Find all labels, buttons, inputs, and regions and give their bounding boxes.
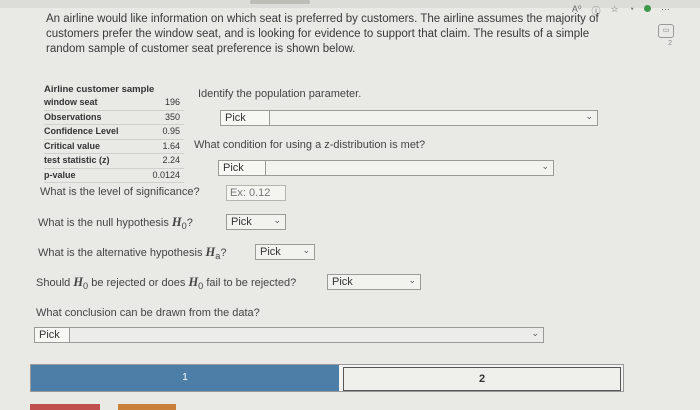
stats-title: Airline customer sample xyxy=(44,84,155,95)
bottom-tab-red[interactable] xyxy=(30,404,100,410)
select-value: Pick xyxy=(332,276,353,288)
hypothesis-symbol: H xyxy=(205,245,216,259)
row-value: 0.0124 xyxy=(152,169,180,180)
row-label: test statistic (z) xyxy=(44,155,110,165)
chevron-down-icon: ⌄ xyxy=(541,161,549,171)
row-label: Critical value xyxy=(44,140,101,151)
row-label: Confidence Level xyxy=(44,126,119,136)
side-number: 2 xyxy=(668,40,672,47)
select-value: Pick xyxy=(39,329,60,341)
select-value: Pick xyxy=(260,246,281,258)
q7-label: What conclusion can be drawn from the da… xyxy=(36,307,260,319)
calculator-icon[interactable]: ▭ xyxy=(658,24,674,38)
bookmark-icon[interactable]: ☆ xyxy=(610,4,618,17)
chevron-down-icon: ⌄ xyxy=(585,111,593,121)
row-label: Observations xyxy=(44,111,102,122)
q6-text: Should xyxy=(36,277,74,289)
q6-text-end: fail to be rejected? xyxy=(203,277,297,289)
stats-table: Airline customer sample window seat 196 O… xyxy=(44,84,184,183)
table-row: test statistic (z) 2.24 xyxy=(44,154,184,169)
null-hypothesis-select[interactable]: Pick ⌄ xyxy=(226,214,286,230)
q3-label: What is the level of significance? xyxy=(40,186,200,198)
select-value: Pick xyxy=(231,216,252,228)
chevron-down-icon: ⌄ xyxy=(408,275,416,285)
chevron-down-icon: ⌄ xyxy=(273,215,281,225)
significance-input[interactable] xyxy=(226,185,286,201)
select-value: Pick xyxy=(225,112,246,124)
row-value: 0.95 xyxy=(162,126,180,136)
conclusion-select[interactable]: Pick ⌄ xyxy=(34,327,544,343)
page-1-tab[interactable]: 1 xyxy=(31,365,339,391)
q6-text-mid: be rejected or does xyxy=(88,277,189,289)
select-value: Pick xyxy=(223,162,244,174)
row-label: p-value xyxy=(44,169,76,180)
population-parameter-select[interactable]: Pick ⌄ xyxy=(220,110,598,126)
table-row: Confidence Level 0.95 xyxy=(44,125,184,140)
extension-icon[interactable]: ◔ xyxy=(629,4,634,17)
table-row: Observations 350 xyxy=(44,111,184,125)
chevron-down-icon: ⌄ xyxy=(531,328,539,338)
page-2-tab[interactable]: 2 xyxy=(343,367,621,391)
profile-icon[interactable] xyxy=(644,5,651,12)
hypothesis-symbol: H xyxy=(73,275,84,289)
table-row: window seat 196 xyxy=(44,96,184,111)
alternative-hypothesis-select[interactable]: Pick ⌄ xyxy=(255,244,315,260)
row-value: 2.24 xyxy=(162,155,180,165)
row-value: 1.64 xyxy=(162,140,180,151)
q5-label: What is the alternative hypothesis Ha? xyxy=(38,245,226,261)
table-row: p-value 0.0124 xyxy=(44,169,184,183)
hypothesis-symbol: H xyxy=(188,275,199,289)
q4-label: What is the null hypothesis H0? xyxy=(38,215,193,231)
row-label: window seat xyxy=(44,97,98,107)
q6-label: Should H0 be rejected or does H0 fail to… xyxy=(36,275,296,291)
chevron-down-icon: ⌄ xyxy=(302,245,310,255)
q1-label: Identify the population parameter. xyxy=(198,88,362,100)
hypothesis-symbol: H xyxy=(171,215,182,229)
z-condition-select[interactable]: Pick ⌄ xyxy=(218,160,554,176)
q4-text: What is the null hypothesis xyxy=(38,217,172,229)
q2-label: What condition for using a z-distributio… xyxy=(194,139,426,151)
row-value: 196 xyxy=(164,97,180,107)
table-row: Critical value 1.64 xyxy=(44,140,184,154)
q4-text-end: ? xyxy=(186,217,193,229)
bottom-tab-orange[interactable] xyxy=(118,404,176,410)
q5-text-end: ? xyxy=(220,247,227,259)
row-value: 350 xyxy=(164,111,180,122)
q5-text: What is the alternative hypothesis xyxy=(38,247,206,259)
reject-decision-select[interactable]: Pick ⌄ xyxy=(327,274,421,290)
part-pager: 1 2 xyxy=(30,364,624,392)
menu-icon[interactable]: ⋯ xyxy=(661,4,670,17)
problem-intro: An airline would like information on whi… xyxy=(46,13,599,55)
tab-indicator xyxy=(250,0,310,4)
